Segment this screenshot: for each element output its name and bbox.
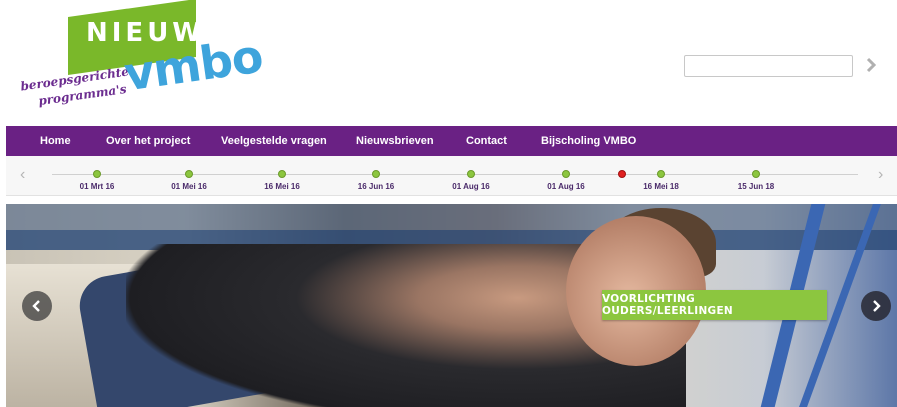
timeline: ‹ 01 Mrt 16 01 Mei 16 16 Mei 16 16 Jun 1… <box>6 156 897 196</box>
nav-item-home[interactable]: Home <box>40 135 71 147</box>
timeline-event-date: 15 Jun 18 <box>737 182 775 191</box>
nav-item-over-het-project[interactable]: Over het project <box>106 135 190 147</box>
page: NIEUW beroepsgerichte programma's vmbo H… <box>0 0 897 407</box>
timeline-event-date: 01 Aug 16 <box>452 182 490 191</box>
timeline-event-date: 01 Aug 16 <box>547 182 585 191</box>
timeline-event-date: 16 Jun 16 <box>357 182 395 191</box>
chevron-left-icon[interactable]: ‹ <box>20 166 25 184</box>
chevron-right-icon[interactable]: › <box>878 166 883 184</box>
timeline-event-dot[interactable] <box>752 170 760 178</box>
nav-item-contact[interactable]: Contact <box>466 135 507 147</box>
timeline-event-date: 16 Mei 16 <box>264 182 300 191</box>
arrow-right-icon <box>866 57 877 73</box>
timeline-current-marker[interactable] <box>618 170 626 178</box>
timeline-event-dot[interactable] <box>372 170 380 178</box>
timeline-event-dot[interactable] <box>657 170 665 178</box>
hero-next-button[interactable] <box>861 291 891 321</box>
timeline-event-dot[interactable] <box>93 170 101 178</box>
hero-prev-button[interactable] <box>22 291 52 321</box>
search-submit-button[interactable] <box>861 54 881 76</box>
timeline-event-dot[interactable] <box>185 170 193 178</box>
timeline-event-dot[interactable] <box>467 170 475 178</box>
timeline-event-date: 16 Mei 18 <box>643 182 679 191</box>
search-input[interactable] <box>684 55 853 77</box>
nav-item-veelgestelde-vragen[interactable]: Veelgestelde vragen <box>221 135 327 147</box>
timeline-event-date: 01 Mei 16 <box>171 182 207 191</box>
site-logo[interactable]: NIEUW beroepsgerichte programma's vmbo <box>20 0 280 116</box>
arrow-right-icon <box>873 300 881 312</box>
hero-cta-button[interactable]: VOORLICHTING OUDERS/LEERLINGEN <box>602 290 827 320</box>
timeline-track <box>52 174 858 175</box>
nav-item-bijscholing-vmbo[interactable]: Bijscholing VMBO <box>541 135 636 147</box>
arrow-left-icon <box>32 300 40 312</box>
main-nav: Home Over het project Veelgestelde vrage… <box>6 126 897 156</box>
hero-slider: VOORLICHTING OUDERS/LEERLINGEN <box>6 204 897 407</box>
timeline-event-dot[interactable] <box>562 170 570 178</box>
timeline-event-date: 01 Mrt 16 <box>79 182 115 191</box>
nav-item-nieuwsbrieven[interactable]: Nieuwsbrieven <box>356 135 434 147</box>
hero-photo-ceiling <box>6 204 897 230</box>
timeline-event-dot[interactable] <box>278 170 286 178</box>
